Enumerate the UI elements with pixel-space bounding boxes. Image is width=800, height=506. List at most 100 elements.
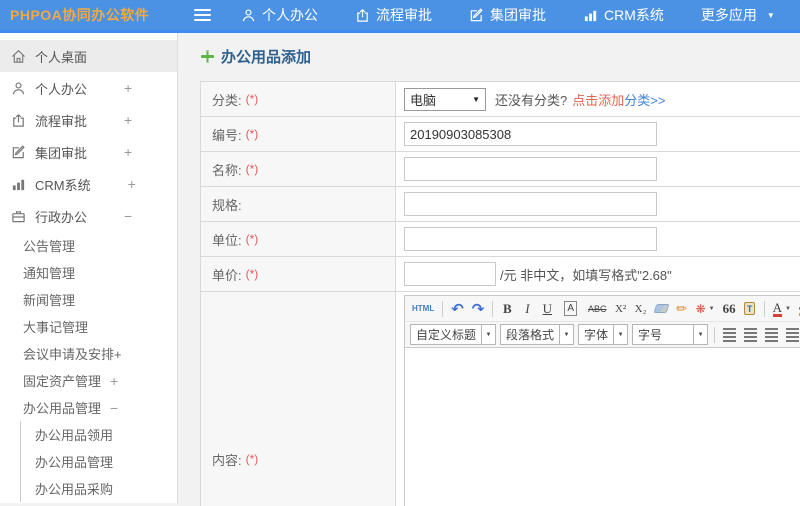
strikethrough-button[interactable]: ABC xyxy=(585,298,610,319)
edit-icon xyxy=(469,7,484,23)
paragraph-format-select[interactable]: 段落格式 ▼ xyxy=(500,324,575,345)
sidebar-item-group-approval[interactable]: 集团审批 + xyxy=(0,136,177,168)
add-category-link-arrow[interactable]: 分类>> xyxy=(624,90,665,109)
category-select-value: 电脑 xyxy=(410,92,437,108)
blockquote-button[interactable]: 66 xyxy=(720,298,739,319)
sidebar-item-label: 办公用品采购 xyxy=(35,482,114,497)
custom-title-select[interactable]: 自定义标题 ▼ xyxy=(410,324,497,345)
combo-arrow-icon[interactable]: ▼ xyxy=(693,325,707,344)
spec-input[interactable] xyxy=(404,192,657,216)
price-hint: /元 非中文，如填写格式"2.68" xyxy=(500,267,672,283)
name-label: 名称: (*) xyxy=(201,152,396,186)
required-mark: (*) xyxy=(245,452,259,466)
sidebar-item-memorabilia-mgmt[interactable]: 大事记管理 xyxy=(0,313,177,340)
sidebar-item-office-supplies-claim[interactable]: 办公用品领用 xyxy=(21,421,177,448)
form-row-price: 单价: (*) /元 非中文，如填写格式"2.68" xyxy=(201,257,800,292)
sidebar-item-office-supplies-mgmt[interactable]: 办公用品管理 − xyxy=(0,394,177,421)
sidebar-item-label: 办公用品管理 xyxy=(35,455,114,470)
sidebar-item-office-supplies-purchase[interactable]: 办公用品采购 xyxy=(21,475,177,502)
undo-icon[interactable]: ↶ xyxy=(448,298,467,319)
unit-input[interactable] xyxy=(404,227,657,251)
font-color-button[interactable]: A ▼ xyxy=(770,298,794,319)
html-source-button[interactable]: HTML xyxy=(409,298,437,319)
font-size-select[interactable]: 字号 ▼ xyxy=(632,324,709,345)
sidebar-item-admin-office[interactable]: 行政办公 − xyxy=(0,200,177,232)
menu-icon[interactable] xyxy=(194,9,211,21)
sidebar-item-office-supplies-manage[interactable]: 办公用品管理 xyxy=(21,448,177,475)
nav-item-more-apps[interactable]: 更多应用 ▼ xyxy=(701,5,775,25)
align-center-button[interactable] xyxy=(741,324,760,345)
nav-item-process-approval[interactable]: 流程审批 xyxy=(355,5,432,25)
price-input[interactable] xyxy=(404,262,496,286)
caret-down-icon: ▼ xyxy=(766,10,775,20)
expand-toggle-icon[interactable]: + xyxy=(110,373,118,389)
edit-icon xyxy=(11,144,26,160)
expand-toggle-icon[interactable]: − xyxy=(110,400,118,416)
underline-button[interactable]: U xyxy=(538,298,556,319)
sidebar-item-process-approval[interactable]: 流程审批 + xyxy=(0,104,177,136)
sidebar-item-label: CRM系统 xyxy=(35,177,91,193)
combo-arrow-icon[interactable]: ▼ xyxy=(481,325,495,344)
combo-arrow-icon[interactable]: ▼ xyxy=(613,325,627,344)
add-icon xyxy=(201,50,214,63)
nav-item-crm-system[interactable]: CRM系统 xyxy=(583,5,664,25)
nav-item-group-approval[interactable]: 集团审批 xyxy=(469,5,546,25)
nav-item-personal-office[interactable]: 个人办公 xyxy=(241,5,318,25)
editor-content-area[interactable] xyxy=(405,348,800,506)
form-row-unit: 单位: (*) xyxy=(201,222,800,257)
bold-button[interactable]: B xyxy=(498,298,516,319)
app-logo: PHPOA协同办公软件 xyxy=(10,7,150,23)
expand-toggle-icon[interactable]: + xyxy=(124,144,132,160)
sidebar-item-crm-system[interactable]: CRM系统 + xyxy=(0,168,177,200)
eraser-icon[interactable] xyxy=(652,298,671,319)
add-category-link[interactable]: 点击添加 xyxy=(572,90,624,109)
sidebar-item-meeting-mgmt[interactable]: 会议申请及安排+ xyxy=(0,340,177,367)
sidebar-item-label: 集团审批 xyxy=(35,145,88,161)
sidebar-item-label: 办公用品领用 xyxy=(35,428,114,443)
superscript-button[interactable]: X² xyxy=(612,298,630,319)
sidebar-item-fixed-assets-mgmt[interactable]: 固定资产管理 + xyxy=(0,367,177,394)
format-painter-icon[interactable]: ❋ ▼ xyxy=(693,298,718,319)
share-icon xyxy=(11,113,26,128)
name-input[interactable] xyxy=(404,157,657,181)
sidebar-item-news-mgmt[interactable]: 新闻管理 xyxy=(0,286,177,313)
redo-icon[interactable]: ↷ xyxy=(469,298,488,319)
sidebar-item-label: 公告管理 xyxy=(23,239,76,254)
combo-label: 段落格式 xyxy=(506,328,555,342)
code-input[interactable] xyxy=(404,122,657,146)
sidebar-item-personal-desktop[interactable]: 个人桌面 xyxy=(0,40,177,72)
expand-toggle-icon[interactable]: − xyxy=(124,208,132,224)
expand-toggle-icon[interactable]: + xyxy=(124,80,132,96)
expand-toggle-icon[interactable]: + xyxy=(128,176,136,192)
nav-item-label: CRM系统 xyxy=(604,7,664,23)
clipboard-shape: T xyxy=(744,302,756,315)
sidebar-item-label: 新闻管理 xyxy=(23,293,76,308)
highlight-color-button[interactable]: ab▼ xyxy=(796,298,800,319)
spec-label: 规格: xyxy=(201,187,396,221)
font-box-button[interactable]: A xyxy=(558,298,583,319)
expand-toggle-icon[interactable]: + xyxy=(124,112,132,128)
nav-item-label: 更多应用 xyxy=(700,7,757,23)
sidebar-item-label: 个人办公 xyxy=(35,81,88,97)
sidebar-item-announcement-mgmt[interactable]: 公告管理 xyxy=(0,232,177,259)
paste-text-icon[interactable]: T xyxy=(741,298,759,319)
sidebar-item-label: 固定资产管理 xyxy=(23,374,102,389)
sidebar-item-label: 会议申请及安排+ xyxy=(23,347,122,362)
combo-arrow-icon[interactable]: ▼ xyxy=(559,325,573,344)
font-family-select[interactable]: 字体 ▼ xyxy=(578,324,629,345)
form-row-spec: 规格: xyxy=(201,187,800,222)
main-content: 办公用品添加 分类: (*) 电脑 ▼ 还没有分类? 点击添加 分类>> 编号:… xyxy=(178,33,800,506)
subscript-button[interactable]: X₂ xyxy=(632,298,650,319)
category-select[interactable]: 电脑 ▼ xyxy=(404,87,486,111)
sidebar-item-personal-office[interactable]: 个人办公 + xyxy=(0,72,177,104)
align-right-button[interactable] xyxy=(762,324,781,345)
align-justify-button[interactable] xyxy=(783,324,800,345)
sidebar-item-label: 行政办公 xyxy=(35,209,88,225)
toolbar-separator xyxy=(492,300,494,317)
italic-button[interactable]: I xyxy=(518,298,536,319)
nav-item-label: 个人办公 xyxy=(262,7,318,23)
align-left-button[interactable] xyxy=(720,324,739,345)
eraser-shape xyxy=(653,304,670,313)
sidebar-item-notification-mgmt[interactable]: 通知管理 xyxy=(0,259,177,286)
brush-icon[interactable]: ✏ xyxy=(673,298,691,319)
